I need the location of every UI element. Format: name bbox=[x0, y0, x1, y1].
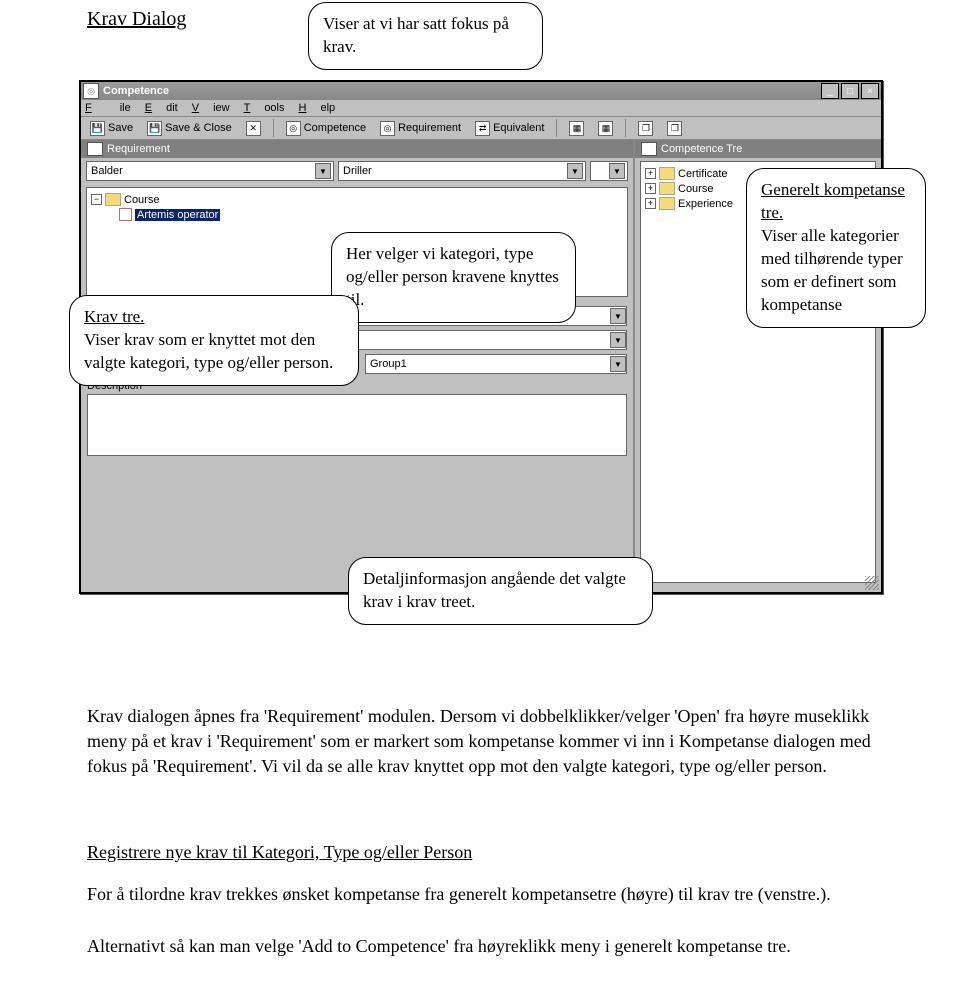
folder-icon bbox=[659, 167, 675, 180]
title-callout: Krav Dialog bbox=[87, 8, 186, 31]
tool-button-3[interactable]: ❐ bbox=[633, 120, 658, 137]
requirement-button[interactable]: ◎Requirement bbox=[375, 120, 466, 137]
chevron-down-icon: ▼ bbox=[610, 332, 626, 348]
link-icon: ⇄ bbox=[475, 121, 490, 136]
tree-label: Course bbox=[124, 194, 159, 206]
callout-middle-text: Her velger vi kategori, type og/eller pe… bbox=[346, 244, 559, 309]
pane-icon bbox=[87, 142, 103, 156]
chevron-down-icon: ▼ bbox=[610, 308, 626, 324]
tool-button-4[interactable]: ❐ bbox=[662, 120, 687, 137]
maximize-button[interactable]: □ bbox=[841, 83, 859, 99]
requirement-pane-header: Requirement bbox=[81, 140, 633, 158]
callout-detail: Detaljinformasjon angående det valgte kr… bbox=[348, 557, 653, 625]
person-dropdown[interactable]: ▼ bbox=[590, 161, 628, 181]
type-dropdown[interactable]: Driller ▼ bbox=[338, 161, 586, 181]
pane-icon bbox=[641, 142, 657, 156]
close-button[interactable]: × bbox=[861, 83, 879, 99]
tree-row-item[interactable]: Artemis operator bbox=[91, 207, 623, 222]
selector-row: Balder ▼ Driller ▼ ▼ bbox=[81, 158, 633, 184]
save-close-button[interactable]: 💾Save & Close bbox=[142, 120, 237, 137]
tree-label-selected: Artemis operator bbox=[135, 209, 220, 221]
competence-tree-title: Competence Tre bbox=[661, 143, 742, 155]
expand-icon[interactable]: + bbox=[645, 198, 656, 209]
toolbar: 💾Save 💾Save & Close ✕ ◎Competence ◎Requi… bbox=[81, 117, 881, 140]
save-button[interactable]: 💾Save bbox=[85, 120, 138, 137]
folder-icon bbox=[659, 197, 675, 210]
chevron-down-icon: ▼ bbox=[315, 163, 331, 179]
callout-top: Viser at vi har satt fokus på krav. bbox=[308, 2, 543, 70]
menu-file[interactable]: File bbox=[85, 102, 131, 114]
delete-button[interactable]: ✕ bbox=[241, 120, 266, 137]
copy-icon: ❐ bbox=[667, 121, 682, 136]
callout-left: Krav tre. Viser krav som er knyttet mot … bbox=[69, 295, 359, 386]
tree-row-course[interactable]: − Course bbox=[91, 192, 623, 207]
minimize-button[interactable]: _ bbox=[821, 83, 839, 99]
collapse-icon[interactable]: − bbox=[91, 194, 102, 205]
equivalent-button[interactable]: ⇄Equivalent bbox=[470, 120, 549, 137]
menu-help[interactable]: Help bbox=[299, 102, 336, 114]
resize-grip[interactable] bbox=[865, 576, 879, 590]
target-icon: ◎ bbox=[286, 121, 301, 136]
chevron-down-icon: ▼ bbox=[567, 163, 583, 179]
folder-icon bbox=[105, 193, 121, 206]
disk-icon: 💾 bbox=[90, 121, 105, 136]
tool-button-1[interactable]: ▦ bbox=[564, 120, 589, 137]
window-title: Competence bbox=[103, 85, 819, 97]
body-paragraph-1: Krav dialogen åpnes fra 'Requirement' mo… bbox=[87, 704, 877, 778]
titlebar[interactable]: ◎ Competence _ □ × bbox=[81, 82, 881, 100]
callout-right: Generelt kompetanse tre. Viser alle kate… bbox=[746, 168, 926, 328]
requirement-pane-title: Requirement bbox=[107, 143, 170, 155]
tree-label: Experience bbox=[678, 198, 733, 210]
toolbar-separator bbox=[273, 119, 274, 137]
callout-right-body: Viser alle kategorier med tilhørende typ… bbox=[761, 226, 903, 314]
grid-icon: ▦ bbox=[598, 121, 613, 136]
copy-icon: ❐ bbox=[638, 121, 653, 136]
callout-detail-text: Detaljinformasjon angående det valgte kr… bbox=[363, 569, 626, 611]
menu-edit[interactable]: Edit bbox=[145, 102, 178, 114]
category-dropdown[interactable]: Balder ▼ bbox=[86, 161, 334, 181]
competence-tree-header: Competence Tre bbox=[635, 140, 881, 158]
chevron-down-icon: ▼ bbox=[609, 163, 625, 179]
callout-top-text: Viser at vi har satt fokus på krav. bbox=[323, 14, 509, 56]
tree-label: Certificate bbox=[678, 168, 728, 180]
item-icon bbox=[119, 208, 132, 221]
menu-view[interactable]: View bbox=[192, 102, 230, 114]
reqgroup-value: Group1 bbox=[370, 358, 407, 370]
chevron-down-icon: ▼ bbox=[610, 356, 626, 372]
competence-button[interactable]: ◎Competence bbox=[281, 120, 371, 137]
grid-icon: ▦ bbox=[569, 121, 584, 136]
toolbar-separator bbox=[625, 119, 626, 137]
menubar: File Edit View Tools Help bbox=[81, 100, 881, 117]
folder-icon bbox=[659, 182, 675, 195]
expand-icon[interactable]: + bbox=[645, 168, 656, 179]
tool-button-2[interactable]: ▦ bbox=[593, 120, 618, 137]
target-icon: ◎ bbox=[380, 121, 395, 136]
expand-icon[interactable]: + bbox=[645, 183, 656, 194]
toolbar-separator bbox=[556, 119, 557, 137]
category-value: Balder bbox=[91, 165, 123, 177]
callout-left-title: Krav tre. bbox=[84, 307, 144, 326]
body-paragraph-3: Alternativt så kan man velge 'Add to Com… bbox=[87, 934, 877, 959]
callout-left-body: Viser krav som er knyttet mot den valgte… bbox=[84, 330, 333, 372]
rule-field[interactable]: ▼ bbox=[357, 330, 627, 350]
disk-icon: 💾 bbox=[147, 121, 162, 136]
x-icon: ✕ bbox=[246, 121, 261, 136]
description-field[interactable] bbox=[87, 394, 627, 456]
callout-right-title: Generelt kompetanse tre. bbox=[761, 180, 905, 222]
menu-tools[interactable]: Tools bbox=[244, 102, 285, 114]
tree-label: Course bbox=[678, 183, 713, 195]
reqgroup-field[interactable]: Group1 ▼ bbox=[365, 354, 627, 374]
type-value: Driller bbox=[343, 165, 372, 177]
body-paragraph-2: For å tilordne krav trekkes ønsket kompe… bbox=[87, 882, 877, 907]
body-heading-2: Registrere nye krav til Kategori, Type o… bbox=[87, 840, 877, 865]
app-icon: ◎ bbox=[83, 83, 99, 99]
callout-middle: Her velger vi kategori, type og/eller pe… bbox=[331, 232, 576, 323]
